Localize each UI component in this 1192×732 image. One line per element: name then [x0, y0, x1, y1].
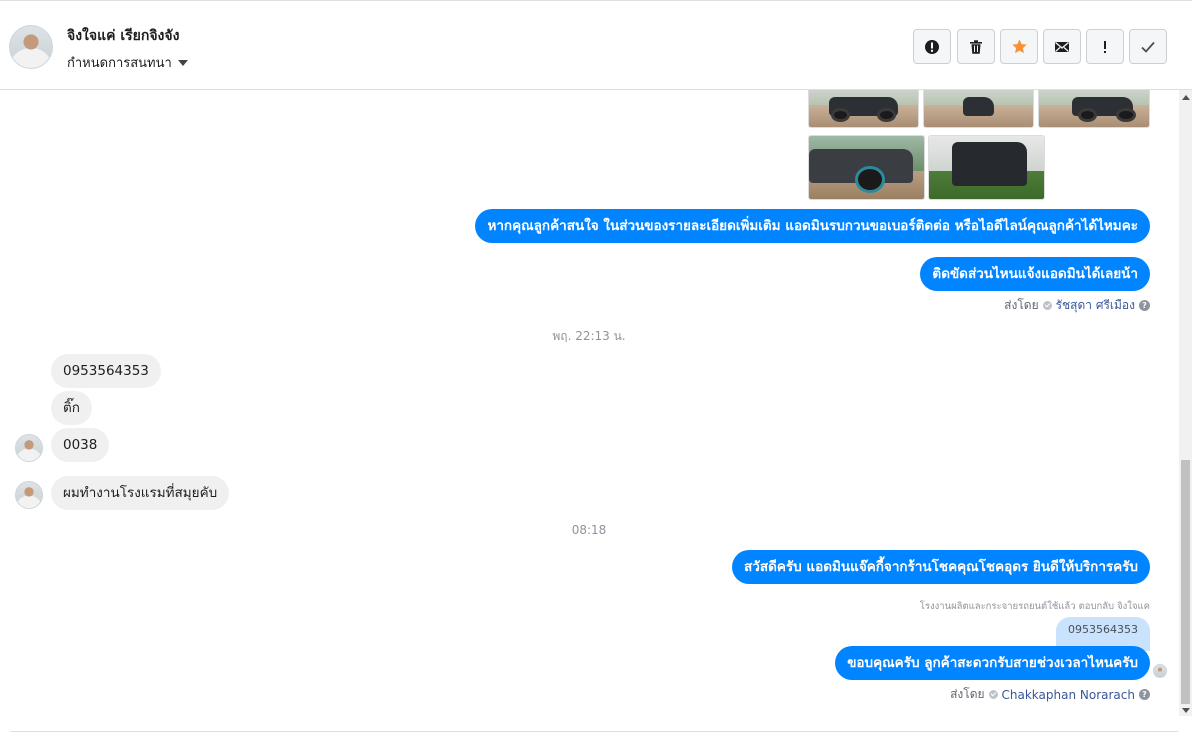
message-incoming[interactable]: 0953564353 [51, 354, 161, 388]
trash-icon [970, 39, 982, 54]
caret-down-icon [177, 59, 188, 66]
contact-avatar[interactable] [9, 25, 53, 69]
scrollbar-thumb[interactable] [1181, 460, 1190, 704]
scroll-down-arrow-icon[interactable] [1182, 708, 1190, 713]
sender-name[interactable]: รัชสุดา ศรีเมือง [1056, 296, 1135, 315]
contact-avatar[interactable] [15, 481, 43, 509]
help-icon[interactable]: ? [1139, 300, 1150, 311]
truck-photo-3[interactable] [1038, 90, 1150, 128]
truck-photo-2[interactable] [923, 90, 1034, 128]
message-outgoing[interactable]: สวัสดีครับ แอดมินแจ๊คกี้จากร้านโชคคุณโชค… [732, 550, 1150, 584]
star-button[interactable] [1000, 29, 1038, 64]
sent-by-info: ส่งโดย รัชสุดา ศรีเมือง ? [1004, 296, 1150, 315]
delete-button[interactable] [957, 29, 995, 64]
mark-unread-button[interactable] [1043, 29, 1081, 64]
conversation-header: จิงใจแค่ เรียกจิงจัง กำหนดการสนทนา [0, 0, 1192, 90]
truck-photo-1[interactable] [808, 90, 919, 128]
sent-by-label: ส่งโดย [1004, 298, 1039, 312]
message-incoming[interactable]: ผมทำงานโรงแรมที่สมุยคับ [51, 476, 230, 510]
truck-photo-4[interactable] [808, 135, 925, 200]
star-icon [1011, 39, 1027, 54]
check-circle-icon [1042, 301, 1052, 310]
sent-by-label: ส่งโดย [950, 687, 985, 701]
exclamation-icon [1104, 40, 1106, 53]
contact-name[interactable]: จิงใจแค่ เรียกจิงจัง [67, 25, 179, 47]
sent-by-info: ส่งโดย Chakkaphan Norarach ? [950, 685, 1150, 704]
envelope-icon [1055, 41, 1069, 52]
contact-avatar[interactable] [15, 434, 43, 462]
seen-avatar [1153, 664, 1167, 678]
truck-photo-5[interactable] [928, 135, 1045, 200]
help-icon[interactable]: ? [1139, 689, 1150, 700]
mark-done-button[interactable] [1129, 29, 1167, 64]
timestamp: พฤ. 22:13 น. [552, 329, 626, 343]
message-incoming[interactable]: ติ๊ก [51, 391, 92, 425]
message-incoming[interactable]: 0038 [51, 428, 110, 462]
timestamp: 08:18 [571, 523, 607, 537]
scroll-up-arrow-icon[interactable] [1182, 95, 1190, 100]
alert-circle-icon [925, 39, 939, 54]
check-icon [1141, 41, 1155, 53]
inbox-conversation-view: จิงใจแค่ เรียกจิงจัง กำหนดการสนทนา หากคุ… [0, 0, 1192, 732]
message-outgoing[interactable]: หากคุณลูกค้าสนใจ ในส่วนของรายละเอียดเพิ่… [475, 209, 1150, 243]
check-circle-icon [988, 690, 998, 699]
message-outgoing[interactable]: ติดขัดส่วนไหนแจ้งแอดมินได้เลยน้า [920, 257, 1150, 291]
message-outgoing[interactable]: ขอบคุณครับ ลูกค้าสะดวกรับสายช่วงเวลาไหนค… [835, 646, 1150, 680]
follow-up-button[interactable] [1086, 29, 1124, 64]
mark-spam-button[interactable] [913, 29, 951, 64]
reply-context-note: โรงงานผลิตและกระจายรถยนต์ใช้แล้ว ตอบกลับ… [919, 601, 1150, 612]
conversation-settings-label: กำหนดการสนทนา [67, 56, 172, 71]
sender-name[interactable]: Chakkaphan Norarach [1002, 688, 1135, 702]
conversation-settings-dropdown[interactable]: กำหนดการสนทนา [67, 52, 188, 73]
message-thread[interactable]: หากคุณลูกค้าสนใจ ในส่วนของรายละเอียดเพิ่… [0, 90, 1178, 704]
